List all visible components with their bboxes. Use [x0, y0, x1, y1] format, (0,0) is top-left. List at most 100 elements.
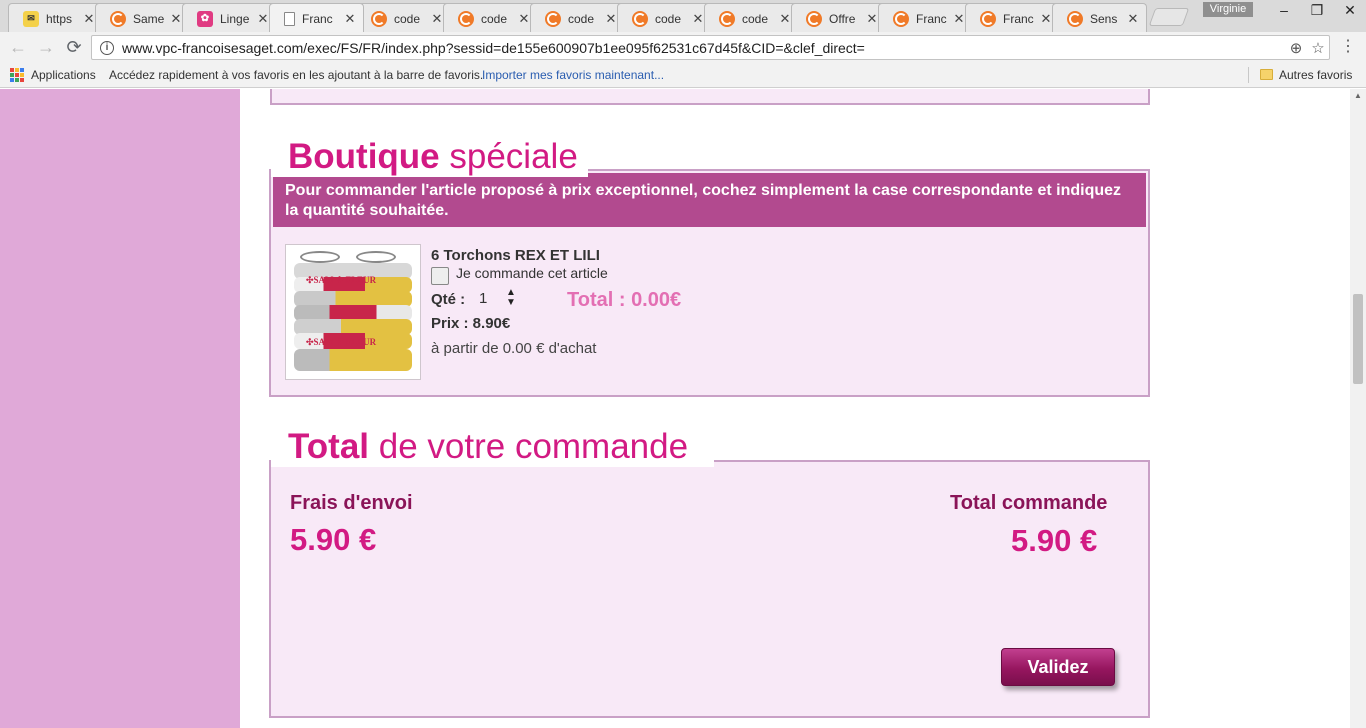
- browser-tab[interactable]: Offre ✕: [791, 3, 886, 32]
- browser-tab[interactable]: Franc ✕: [965, 3, 1060, 32]
- quantity-value[interactable]: 1: [479, 290, 487, 307]
- minimize-icon[interactable]: –: [1268, 0, 1300, 20]
- tab-close-icon[interactable]: ✕: [343, 11, 357, 27]
- browser-tab[interactable]: Franc ✕: [269, 3, 364, 32]
- browser-toolbar: ← → ⟳ i www.vpc-francoisesaget.com/exec/…: [0, 32, 1366, 62]
- browser-tab[interactable]: ✿ Linge ✕: [182, 3, 277, 32]
- tab-title: Offre: [829, 11, 856, 26]
- c-icon: [632, 10, 648, 27]
- browser-tab[interactable]: code ✕: [704, 3, 799, 32]
- bookmarks-bar: Applications Accédez rapidement à vos fa…: [0, 62, 1366, 88]
- order-item-checkbox-label[interactable]: Je commande cet article: [456, 265, 608, 281]
- tab-inner: code ✕: [357, 4, 450, 33]
- vertical-scrollbar[interactable]: ▲: [1350, 89, 1366, 728]
- reload-icon[interactable]: ⟳: [63, 36, 85, 58]
- browser-tab[interactable]: code ✕: [530, 3, 625, 32]
- new-tab-button[interactable]: [1148, 8, 1190, 26]
- tab-close-icon[interactable]: ✕: [82, 11, 96, 27]
- tab-close-icon[interactable]: ✕: [778, 11, 792, 27]
- c-icon: [806, 10, 822, 27]
- tab-title: code: [655, 11, 682, 26]
- tab-strip: ✉ https ✕ Same ✕ ✿ Linge ✕ Franc ✕ code ✕ code ✕ code ✕…: [0, 0, 1366, 32]
- apps-icon[interactable]: [10, 68, 24, 82]
- url-text[interactable]: www.vpc-francoisesaget.com/exec/FS/FR/in…: [122, 40, 1285, 56]
- special-shop-title: Boutique spéciale: [271, 137, 588, 177]
- import-bookmarks-link[interactable]: Importer mes favoris maintenant...: [482, 68, 664, 82]
- tab-inner: Sens ✕: [1053, 4, 1146, 33]
- zoom-icon[interactable]: ⊕: [1285, 39, 1307, 57]
- order-total-title-bold: Total: [288, 427, 370, 466]
- purchase-threshold: à partir de 0.00 € d'achat: [431, 340, 597, 357]
- tab-title: code: [394, 11, 421, 26]
- browser-tab[interactable]: code ✕: [356, 3, 451, 32]
- towel-ring-right: [356, 251, 396, 263]
- tab-title: code: [568, 11, 595, 26]
- tab-close-icon[interactable]: ✕: [517, 11, 531, 27]
- other-bookmarks[interactable]: Autres favoris: [1279, 68, 1352, 82]
- order-total-title-light: de votre commande: [378, 427, 689, 466]
- post-icon: ✉: [23, 10, 39, 27]
- tab-close-icon[interactable]: ✕: [256, 11, 270, 27]
- arrow-down-icon[interactable]: ▼: [504, 298, 518, 308]
- tab-inner: code ✕: [705, 4, 798, 33]
- special-shop-box: Pour commander l'article proposé à prix …: [269, 169, 1150, 397]
- tab-inner: ✿ Linge ✕: [183, 4, 276, 33]
- browser-tab[interactable]: Franc ✕: [878, 3, 973, 32]
- tab-inner: code ✕: [531, 4, 624, 33]
- order-item-checkbox[interactable]: [431, 267, 449, 285]
- tab-inner: code ✕: [618, 4, 711, 33]
- order-total-value: 5.90 €: [1011, 523, 1098, 558]
- left-sidebar: [0, 89, 240, 728]
- c-icon: [893, 10, 909, 27]
- site-info-icon[interactable]: i: [100, 40, 114, 55]
- forward-icon[interactable]: →: [35, 36, 57, 58]
- c-icon: [458, 10, 474, 27]
- tab-inner: Offre ✕: [792, 4, 885, 33]
- product-image[interactable]: ✣SAM ✣ FLEUR ✣SAM ✣ FLEUR: [285, 244, 421, 380]
- c-icon: [371, 10, 387, 27]
- close-window-icon[interactable]: ✕: [1334, 0, 1366, 20]
- bookmark-star-icon[interactable]: ☆: [1307, 39, 1329, 57]
- tab-inner: Franc ✕: [879, 4, 972, 33]
- shipping-label: Frais d'envoi: [290, 492, 413, 514]
- c-icon: [110, 10, 126, 27]
- scrollbar-thumb[interactable]: [1353, 294, 1363, 384]
- back-icon[interactable]: ←: [7, 36, 29, 58]
- tab-inner: Same ✕: [96, 4, 189, 33]
- order-total-box: Frais d'envoi 5.90 € Total commande 5.90…: [269, 460, 1150, 718]
- address-bar[interactable]: i www.vpc-francoisesaget.com/exec/FS/FR/…: [91, 35, 1330, 60]
- tab-close-icon[interactable]: ✕: [865, 11, 879, 27]
- browser-tab[interactable]: code ✕: [443, 3, 538, 32]
- tab-inner: Franc ✕: [966, 4, 1059, 33]
- tab-close-icon[interactable]: ✕: [1126, 11, 1140, 27]
- browser-tab[interactable]: Sens ✕: [1052, 3, 1147, 32]
- tab-close-icon[interactable]: ✕: [430, 11, 444, 27]
- browser-tab[interactable]: ✉ https ✕: [8, 3, 103, 32]
- restore-icon[interactable]: ❐: [1301, 0, 1333, 20]
- tab-title: code: [481, 11, 508, 26]
- towel-brand-mark: ✣SAM ✣ FLEUR: [306, 337, 377, 347]
- browser-tab[interactable]: code ✕: [617, 3, 712, 32]
- c-icon: [980, 10, 996, 27]
- menu-icon[interactable]: ⋮: [1340, 39, 1356, 57]
- apps-link[interactable]: Applications: [31, 68, 96, 82]
- product-price: Prix : 8.90€: [431, 315, 511, 332]
- browser-tab[interactable]: Same ✕: [95, 3, 190, 32]
- tab-inner: code ✕: [444, 4, 537, 33]
- product-name: 6 Torchons REX ET LILI: [431, 247, 600, 264]
- scroll-up-icon[interactable]: ▲: [1350, 91, 1366, 101]
- bookmarks-separator: [1248, 67, 1249, 83]
- order-total-title: Total de votre commande: [271, 427, 715, 467]
- tab-close-icon[interactable]: ✕: [691, 11, 705, 27]
- special-shop-title-light: spéciale: [449, 137, 578, 176]
- page-viewport: Pour commander l'article proposé à prix …: [0, 89, 1350, 728]
- tab-title: https: [46, 11, 73, 26]
- tab-close-icon[interactable]: ✕: [1039, 11, 1053, 27]
- quantity-stepper[interactable]: ▲ ▼: [504, 288, 518, 310]
- tab-close-icon[interactable]: ✕: [952, 11, 966, 27]
- tab-title: Linge: [220, 11, 250, 26]
- profile-button[interactable]: Virginie: [1203, 2, 1253, 17]
- validate-button[interactable]: Validez: [1001, 648, 1115, 686]
- tab-close-icon[interactable]: ✕: [604, 11, 618, 27]
- tab-close-icon[interactable]: ✕: [169, 11, 183, 27]
